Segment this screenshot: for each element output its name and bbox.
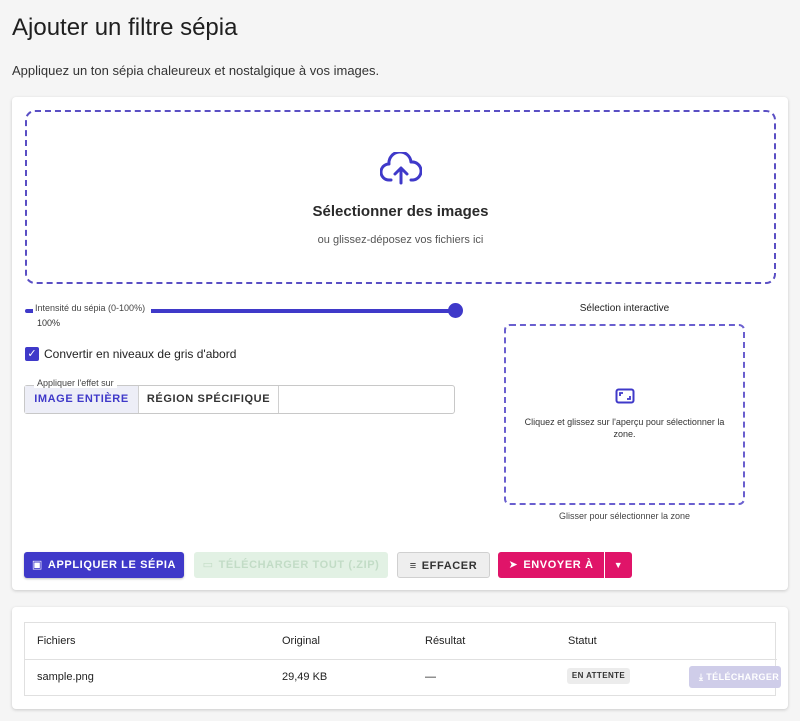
selection-hint: Glisser pour sélectionner la zone xyxy=(558,511,691,521)
status-badge: EN ATTENTE xyxy=(567,668,630,684)
slider-thumb[interactable] xyxy=(448,303,463,318)
files-card: Fichiers Original Résultat Statut sample… xyxy=(12,607,788,709)
page-title: Ajouter un filtre sépia xyxy=(12,14,238,41)
apply-to-legend: Appliquer l'effet sur xyxy=(34,378,117,388)
grayscale-label: Convertir en niveaux de gris d'abord xyxy=(44,347,237,361)
crop-select-icon xyxy=(615,388,635,404)
clear-label: EFFACER xyxy=(421,560,478,572)
image-icon: ▣ xyxy=(31,559,43,571)
row-download-label: TÉLÉCHARGER xyxy=(706,672,780,682)
send-to-button[interactable]: ➤ ENVOYER À xyxy=(498,552,604,578)
cell-file-name: sample.png xyxy=(37,671,94,683)
selection-instructions: Cliquez et glissez sur l'aperçu pour sél… xyxy=(524,417,725,439)
slider-value: 100% xyxy=(37,318,61,328)
column-header-result: Résultat xyxy=(425,635,466,647)
files-table: Fichiers Original Résultat Statut sample… xyxy=(24,622,781,696)
settings-card: Sélectionner des images ou glissez-dépos… xyxy=(12,97,788,590)
specific-region-option[interactable]: RÉGION SPÉCIFIQUE xyxy=(139,386,279,413)
send-icon: ➤ xyxy=(508,559,519,571)
cell-result: — xyxy=(425,671,436,683)
send-to-dropdown-button[interactable]: ▼ xyxy=(605,552,632,578)
send-to-label: ENVOYER À xyxy=(523,559,594,571)
interactive-selection-title: Sélection interactive xyxy=(579,303,670,314)
apply-to-toggle-group: IMAGE ENTIÈRE RÉGION SPÉCIFIQUE Applique… xyxy=(24,378,455,414)
whole-image-option[interactable]: IMAGE ENTIÈRE xyxy=(25,386,139,413)
dropzone-subtitle: ou glissez-déposez vos fichiers ici xyxy=(317,234,484,246)
image-dropzone[interactable]: Sélectionner des images ou glissez-dépos… xyxy=(25,110,776,284)
slider-label: Intensité du sépia (0-100%) xyxy=(35,303,146,313)
apply-sepia-label: APPLIQUER LE SÉPIA xyxy=(47,559,177,571)
download-all-label: TÉLÉCHARGER TOUT (.ZIP) xyxy=(218,559,380,571)
row-download-button[interactable]: ⤓ TÉLÉCHARGER xyxy=(689,666,781,688)
clear-list-icon: ≡ xyxy=(409,560,417,572)
selection-area[interactable]: Cliquez et glissez sur l'aperçu pour sél… xyxy=(504,324,745,505)
column-header-original: Original xyxy=(282,635,320,647)
dropzone-title: Sélectionner des images xyxy=(312,203,489,220)
cloud-upload-icon xyxy=(380,152,422,185)
download-all-button[interactable]: ▭ TÉLÉCHARGER TOUT (.ZIP) xyxy=(194,552,388,578)
cell-original-size: 29,49 KB xyxy=(282,671,328,683)
clear-button[interactable]: ≡ EFFACER xyxy=(397,552,490,578)
apply-sepia-button[interactable]: ▣ APPLIQUER LE SÉPIA xyxy=(24,552,184,578)
grayscale-checkbox[interactable]: ✓ xyxy=(25,347,39,361)
folder-download-icon: ▭ xyxy=(202,559,214,571)
header-divider xyxy=(25,659,777,660)
page-subtitle: Appliquez un ton sépia chaleureux et nos… xyxy=(12,63,380,78)
column-header-status: Statut xyxy=(568,635,597,647)
column-header-files: Fichiers xyxy=(37,635,76,647)
